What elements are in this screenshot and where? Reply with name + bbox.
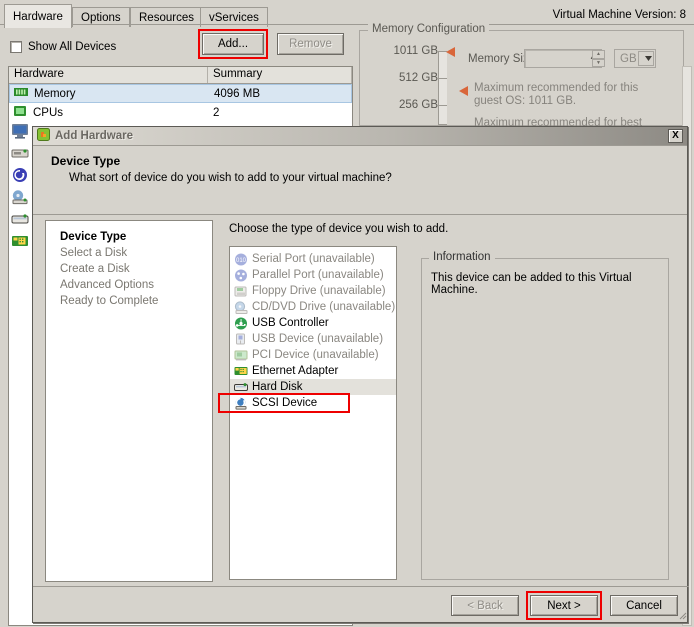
list-item[interactable]: Ethernet Adapter — [230, 363, 396, 379]
add-button[interactable]: Add... — [202, 33, 264, 55]
page-subtitle: What sort of device do you wish to add t… — [69, 172, 392, 184]
memory-scale-mark — [438, 78, 447, 79]
memory-size-input[interactable]: 4 — [524, 49, 602, 68]
list-item[interactable]: USB Controller — [230, 315, 396, 331]
floppy-drive-icon — [233, 284, 248, 298]
memory-configuration-title: Memory Configuration — [368, 23, 490, 35]
list-item-label: Ethernet Adapter — [252, 365, 339, 377]
add-hardware-dialog: Add Hardware X Device Type What sort of … — [32, 126, 689, 623]
table-row[interactable]: CPUs 2 — [9, 103, 352, 122]
chevron-down-icon[interactable] — [638, 51, 654, 66]
memory-scale-track — [438, 51, 447, 125]
stepper-down-icon[interactable]: ▼ — [592, 58, 605, 67]
step-ready-to-complete[interactable]: Ready to Complete — [60, 293, 212, 309]
serial-port-icon: 010 — [233, 252, 248, 266]
vm-version-label: Virtual Machine Version: 8 — [552, 9, 686, 21]
list-item-label: PCI Device (unavailable) — [252, 349, 379, 361]
dialog-footer: < Back Next > Cancel — [33, 586, 689, 622]
memory-size-stepper[interactable]: ▲ ▼ — [592, 50, 605, 67]
page-title: Device Type — [51, 154, 121, 168]
show-all-devices-label: Show All Devices — [28, 41, 117, 53]
list-item-label: CD/DVD Drive (unavailable) — [252, 301, 396, 313]
hardware-summary: 2 — [213, 106, 220, 119]
step-create-a-disk[interactable]: Create a Disk — [60, 261, 212, 277]
vmci-device-icon — [10, 166, 30, 184]
information-group — [421, 258, 669, 580]
memory-slider-marker-icon[interactable] — [446, 47, 455, 57]
hard-disk-icon — [10, 210, 30, 228]
ethernet-adapter-icon — [233, 364, 248, 378]
list-item-label: USB Device (unavailable) — [252, 333, 384, 345]
tab-strip-divider — [0, 24, 694, 25]
information-group-title: Information — [429, 251, 495, 263]
list-item: USB Device (unavailable) — [230, 331, 396, 347]
memory-tick-1011gb: 1011 GB — [393, 45, 438, 57]
step-device-type[interactable]: Device Type — [60, 229, 212, 245]
dialog-body: Device Type Select a Disk Create a Disk … — [33, 216, 689, 588]
hardware-table-header: Hardware Summary — [9, 67, 352, 84]
memory-tick-512gb: 512 GB — [399, 72, 438, 84]
hardware-name: CPUs — [33, 106, 64, 119]
resize-grip-icon[interactable] — [677, 610, 687, 620]
tab-strip: Hardware Options Resources vServices Vir… — [0, 3, 694, 28]
step-advanced-options[interactable]: Advanced Options — [60, 277, 212, 293]
show-all-devices-row[interactable]: Show All Devices — [10, 38, 180, 56]
wizard-steps: Device Type Select a Disk Create a Disk … — [45, 220, 213, 582]
cd-dvd-drive-icon — [10, 188, 30, 206]
pci-device-icon — [233, 348, 248, 362]
memory-note-line-2: guest OS: 1011 GB. — [474, 95, 577, 107]
memory-tick-256gb: 256 GB — [399, 99, 438, 111]
hardware-name: Memory — [34, 87, 76, 100]
memory-scale: 1011 GB 512 GB 256 GB — [372, 45, 462, 125]
choose-device-instruction: Choose the type of device you wish to ad… — [229, 223, 449, 235]
column-header-summary: Summary — [208, 67, 352, 83]
parallel-port-icon — [233, 268, 248, 282]
step-select-a-disk[interactable]: Select a Disk — [60, 245, 212, 261]
list-item-label: USB Controller — [252, 317, 329, 329]
list-item: Parallel Port (unavailable) — [230, 267, 396, 283]
usb-device-icon — [233, 332, 248, 346]
video-card-icon — [10, 122, 30, 140]
table-row[interactable]: Memory 4096 MB — [9, 84, 352, 103]
back-button: < Back — [451, 595, 519, 616]
cd-dvd-drive-icon — [233, 300, 248, 314]
memory-note-line-1: Maximum recommended for this — [474, 82, 639, 94]
list-item-label: Hard Disk — [252, 381, 303, 393]
floppy-drive-icon — [10, 144, 30, 162]
list-item-label: Serial Port (unavailable) — [252, 253, 375, 265]
hardware-icon-column — [10, 122, 34, 254]
hard-disk-highlight — [218, 393, 350, 413]
cancel-button[interactable]: Cancel — [610, 595, 678, 616]
cpu-icon — [13, 105, 27, 120]
stepper-up-icon[interactable]: ▲ — [592, 50, 605, 59]
dialog-title-bar: Add Hardware X — [33, 127, 687, 146]
list-item: Floppy Drive (unavailable) — [230, 283, 396, 299]
tab-hardware[interactable]: Hardware — [4, 4, 72, 28]
memory-icon — [14, 86, 28, 101]
memory-unit-select[interactable]: GB — [614, 49, 656, 68]
device-type-list[interactable]: 010 Serial Port (unavailable) Parallel P… — [229, 246, 397, 580]
next-button[interactable]: Next > — [530, 595, 598, 616]
list-item: CD/DVD Drive (unavailable) — [230, 299, 396, 315]
show-all-devices-checkbox[interactable] — [10, 41, 22, 53]
dialog-header: Device Type What sort of device do you w… — [33, 146, 687, 215]
list-item: 010 Serial Port (unavailable) — [230, 251, 396, 267]
memory-recommendation-marker-icon — [459, 86, 468, 96]
add-hardware-icon — [37, 128, 50, 144]
svg-text:010: 010 — [235, 258, 246, 264]
usb-controller-icon — [233, 316, 248, 330]
hard-disk-icon — [233, 380, 248, 394]
list-item-label: Floppy Drive (unavailable) — [252, 285, 386, 297]
list-item: PCI Device (unavailable) — [230, 347, 396, 363]
list-item-label: Parallel Port (unavailable) — [252, 269, 384, 281]
network-adapter-icon — [10, 232, 30, 250]
hardware-summary: 4096 MB — [214, 87, 261, 100]
remove-button: Remove — [277, 33, 344, 55]
dialog-title: Add Hardware — [55, 130, 133, 142]
memory-unit-value: GB — [620, 52, 637, 65]
column-header-hardware: Hardware — [9, 67, 208, 83]
information-text: This device can be added to this Virtual… — [431, 272, 632, 296]
close-icon[interactable]: X — [668, 129, 683, 143]
memory-scale-mark — [438, 105, 447, 106]
